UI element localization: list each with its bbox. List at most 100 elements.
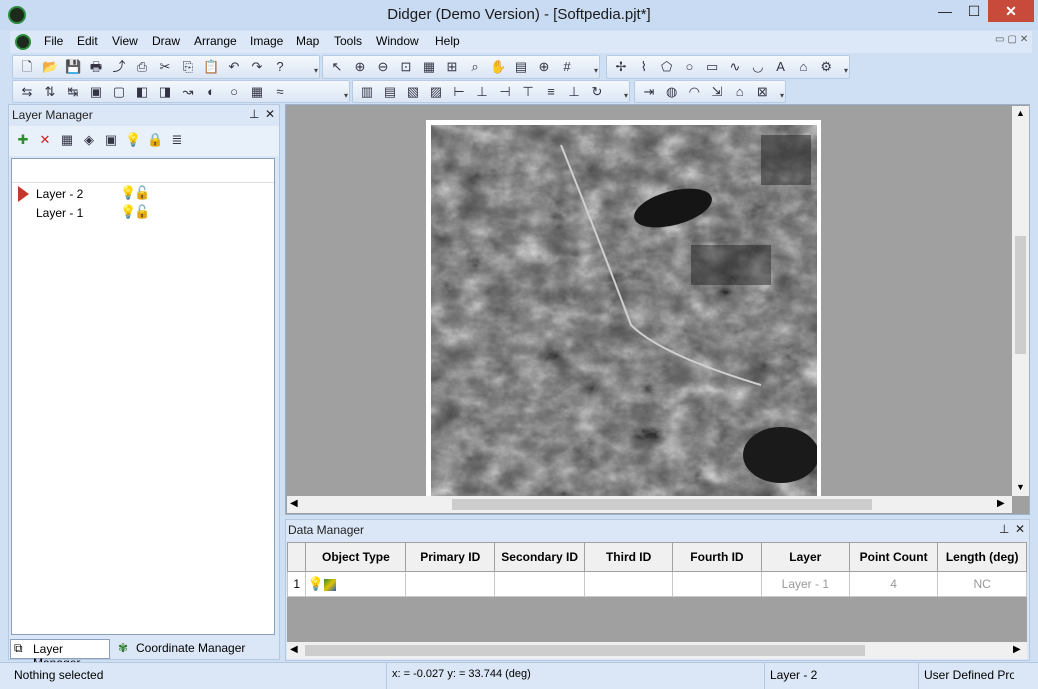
col-length[interactable]: Length (deg) (937, 542, 1027, 572)
projection-icon[interactable]: ◠ (686, 84, 702, 100)
fourth-id-cell[interactable] (672, 571, 762, 597)
primary-id-cell[interactable] (405, 571, 496, 597)
menu-edit[interactable]: Edit (77, 34, 98, 48)
scrollbar-thumb[interactable] (1015, 236, 1026, 354)
symbol-icon[interactable]: ⚙ (818, 59, 834, 75)
undo-icon[interactable]: ↶ (226, 59, 242, 75)
spline-smooth-icon[interactable]: ↝ (180, 84, 196, 100)
align-right-icon[interactable]: ⊣ (497, 84, 513, 100)
col-third-id[interactable]: Third ID (584, 542, 674, 572)
pin-icon[interactable]: ⊥ (999, 522, 1009, 536)
table-row[interactable]: 1 💡 Layer - 1 4 NC (286, 571, 1027, 597)
copy-icon[interactable]: ⎘ (180, 59, 196, 75)
export-layer-icon[interactable]: ⌂ (732, 84, 748, 100)
wave-icon[interactable]: ≈ (272, 84, 288, 100)
print-icon[interactable]: 🖶 (88, 59, 104, 75)
scroll-up-icon[interactable]: ▲ (1016, 108, 1025, 118)
scroll-down-icon[interactable]: ▼ (1016, 482, 1025, 492)
zoom-rect-icon[interactable]: ⊡ (398, 59, 414, 75)
scroll-left-icon[interactable]: ◀ (290, 498, 298, 509)
polyline-icon[interactable]: ⌇ (636, 59, 652, 75)
layer-select-icon[interactable]: ▣ (103, 132, 119, 148)
point-icon[interactable]: ✢ (613, 59, 629, 75)
zoom-extents-icon[interactable]: ⊞ (444, 59, 460, 75)
layer-options-icon[interactable]: ≣ (169, 132, 185, 148)
align-bottom-icon[interactable]: ⊥ (566, 84, 582, 100)
pan-hand-icon[interactable]: ✋ (490, 59, 506, 75)
col-fourth-id[interactable]: Fourth ID (672, 542, 762, 572)
col-layer[interactable]: Layer (760, 542, 850, 572)
close-window-button[interactable]: ✕ (988, 0, 1034, 22)
align-center-icon[interactable]: ⊥ (474, 84, 490, 100)
text-icon[interactable]: A (773, 59, 789, 75)
tab-coordinate-manager[interactable]: Coordinate Manager (114, 639, 254, 659)
layer-props-icon[interactable]: ▦ (59, 132, 75, 148)
mirror-h-icon[interactable]: ⇆ (19, 84, 35, 100)
spline-icon[interactable]: ∿ (727, 59, 743, 75)
data-horizontal-scrollbar[interactable]: ◀ ▶ (287, 642, 1027, 659)
align-icon-3[interactable]: ▧ (405, 84, 421, 100)
zoom-out-icon[interactable]: ⊖ (375, 59, 391, 75)
import-icon[interactable]: ⇲ (709, 84, 725, 100)
menu-draw[interactable]: Draw (152, 34, 180, 48)
toolbar-overflow-icon[interactable]: ▾ (844, 66, 848, 75)
add-layer-icon[interactable]: ✚ (15, 132, 31, 148)
blank-icon[interactable]: ○ (226, 84, 242, 100)
zoom-in-icon[interactable]: ⊕ (352, 59, 368, 75)
rectangle-icon[interactable]: ▭ (704, 59, 720, 75)
close-pane-icon[interactable]: ✕ (1015, 522, 1025, 536)
point-count-cell[interactable]: 4 (848, 571, 939, 597)
help-icon[interactable]: ? (272, 59, 288, 75)
vertical-scrollbar[interactable]: ▲ ▼ (1012, 106, 1029, 496)
menu-file[interactable]: File (44, 34, 63, 48)
fill-icon[interactable]: ◐ (203, 84, 219, 100)
horizontal-scrollbar[interactable]: ◀ ▶ (287, 496, 1012, 513)
grid-icon[interactable]: # (559, 59, 575, 75)
scrollbar-thumb[interactable] (305, 645, 865, 656)
toolbar-overflow-icon[interactable]: ▾ (344, 91, 348, 100)
zoom-selected-icon[interactable]: ⌕ (467, 59, 483, 75)
document-icon[interactable] (15, 34, 31, 50)
unlock-icon[interactable]: 🔓 (134, 204, 150, 220)
menu-tools[interactable]: Tools (334, 34, 362, 48)
align-icon-1[interactable]: ▥ (359, 84, 375, 100)
lock-icon[interactable]: 🔒 (147, 132, 163, 148)
save-icon[interactable]: 💾 (65, 59, 81, 75)
new-file-icon[interactable]: 🗋 (19, 59, 35, 75)
layer-stack-icon[interactable]: ◈ (81, 132, 97, 148)
align-top-icon[interactable]: ⊤ (520, 84, 536, 100)
third-id-cell[interactable] (584, 571, 674, 597)
align-left-icon[interactable]: ⊢ (451, 84, 467, 100)
align-icon-4[interactable]: ▨ (428, 84, 444, 100)
minimize-button[interactable]: — (930, 0, 960, 22)
mdi-window-controls[interactable]: ▭▢✕ (995, 34, 1035, 45)
print-preview-icon[interactable]: ⎙ (134, 59, 150, 75)
backward-icon[interactable]: ◨ (157, 84, 173, 100)
front-icon[interactable]: ▣ (88, 84, 104, 100)
ellipse-icon[interactable]: ○ (681, 59, 697, 75)
maximize-button[interactable]: ☐ (960, 0, 988, 22)
transform-icon[interactable]: ⇥ (641, 84, 657, 100)
house-icon[interactable]: ⌂ (795, 59, 811, 75)
paste-icon[interactable]: 📋 (203, 59, 219, 75)
layer-row[interactable]: Layer - 2 💡 🔓 (12, 185, 274, 204)
toolbar-overflow-icon[interactable]: ▾ (780, 91, 784, 100)
col-object-type[interactable]: Object Type (305, 542, 407, 572)
select-arrow-icon[interactable]: ↖ (329, 59, 345, 75)
scroll-right-icon[interactable]: ▶ (997, 498, 1005, 509)
object-type-cell[interactable]: 💡 (305, 571, 407, 597)
scrollbar-thumb[interactable] (452, 499, 872, 510)
toolbar-overflow-icon[interactable]: ▾ (314, 66, 318, 75)
scroll-right-icon[interactable]: ▶ (1013, 644, 1021, 655)
menu-window[interactable]: Window (376, 34, 419, 48)
back-icon[interactable]: ▢ (111, 84, 127, 100)
move-icon[interactable]: ↹ (65, 84, 81, 100)
forward-icon[interactable]: ◧ (134, 84, 150, 100)
layer-cell[interactable]: Layer - 1 (760, 571, 850, 597)
unlock-icon[interactable]: 🔓 (134, 185, 150, 201)
redo-icon[interactable]: ↷ (249, 59, 265, 75)
menu-view[interactable]: View (112, 34, 138, 48)
open-folder-icon[interactable]: 📂 (42, 59, 58, 75)
scroll-left-icon[interactable]: ◀ (290, 644, 298, 655)
align-icon-2[interactable]: ▤ (382, 84, 398, 100)
